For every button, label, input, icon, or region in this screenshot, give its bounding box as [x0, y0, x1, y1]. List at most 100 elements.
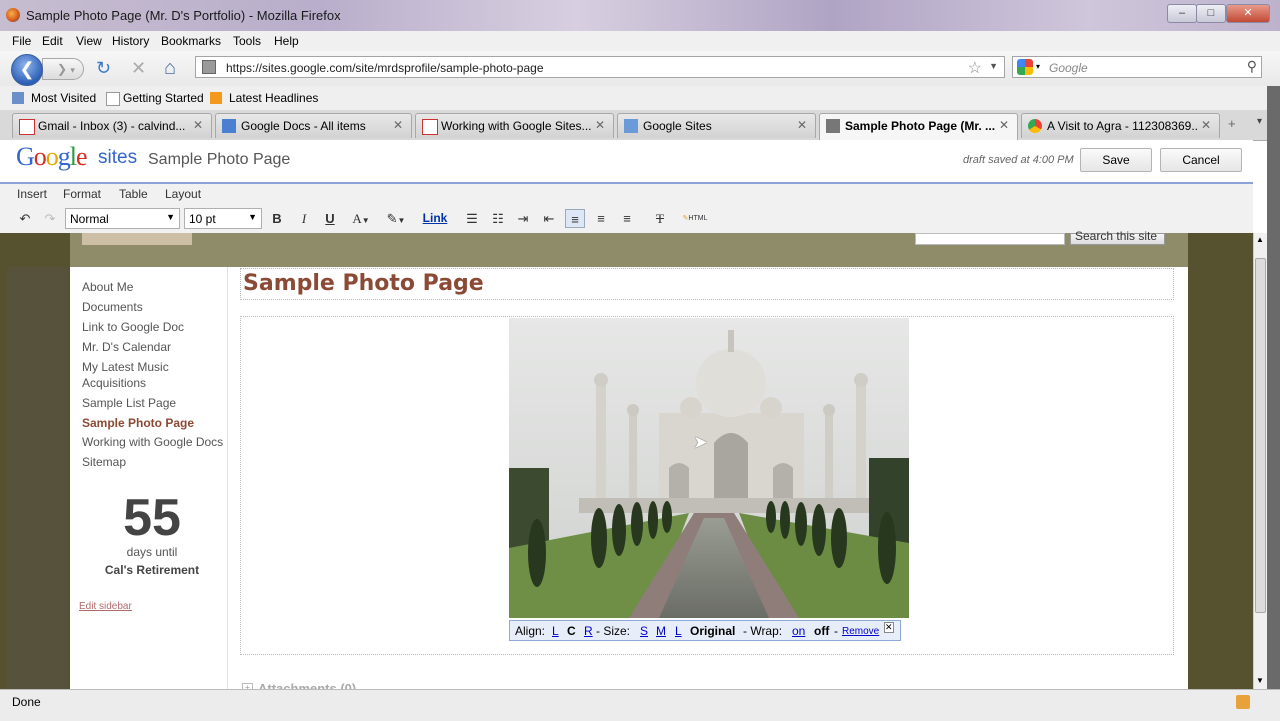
menu-history[interactable]: History	[112, 34, 149, 48]
indent-more-icon[interactable]: ⇥	[513, 209, 533, 228]
sidebar-item-calendar[interactable]: Mr. D's Calendar	[82, 339, 171, 355]
menu-help[interactable]: Help	[274, 34, 299, 48]
remove-image-link[interactable]: Remove	[842, 626, 879, 637]
bulleted-list-icon[interactable]: ☷	[488, 209, 508, 228]
site-identity-icon[interactable]	[202, 60, 216, 74]
sidebar-item-link-to-google-doc[interactable]: Link to Google Doc	[82, 319, 184, 335]
search-placeholder[interactable]: Google	[1049, 61, 1088, 75]
url-dropdown-icon[interactable]: ▼	[989, 61, 998, 71]
highlight-color-button[interactable]: ✎▼	[382, 209, 410, 228]
page-title[interactable]: Sample Photo Page	[243, 271, 484, 296]
reload-icon[interactable]: ↻	[96, 58, 111, 78]
bookmark-latest-headlines[interactable]: Latest Headlines	[229, 91, 318, 105]
sidebar-item-documents[interactable]: Documents	[82, 299, 143, 315]
link-button[interactable]: Link	[421, 209, 449, 228]
site-search-button[interactable]: Search this site	[1070, 229, 1165, 245]
italic-button[interactable]: I	[294, 209, 314, 228]
size-large-link[interactable]: L	[675, 624, 682, 638]
new-tab-icon[interactable]: +	[1228, 116, 1236, 131]
wrap-on-link[interactable]: on	[792, 624, 805, 638]
tab-sample-photo-page[interactable]: Sample Photo Page (Mr. ... ✕	[819, 113, 1018, 140]
save-button[interactable]: Save	[1080, 148, 1152, 172]
size-medium-link[interactable]: M	[656, 624, 666, 638]
menu-tools[interactable]: Tools	[233, 34, 261, 48]
font-size-select[interactable]: 10 pt ▼	[184, 208, 262, 229]
close-icon[interactable]: ✕	[884, 622, 894, 633]
scroll-up-icon[interactable]: ▲	[1256, 235, 1264, 244]
maximize-button[interactable]: □	[1196, 4, 1226, 23]
close-tab-icon[interactable]: ✕	[797, 118, 807, 132]
sidebar-item-sitemap[interactable]: Sitemap	[82, 454, 126, 470]
align-right-icon[interactable]: ≡	[617, 209, 637, 228]
paragraph-style-select[interactable]: Normal ▼	[65, 208, 180, 229]
back-button[interactable]: ❮	[11, 54, 43, 86]
edit-sidebar-link[interactable]: Edit sidebar	[79, 601, 132, 612]
size-small-link[interactable]: S	[640, 624, 648, 638]
text-color-button[interactable]: A▼	[347, 209, 375, 228]
editor-menu-layout[interactable]: Layout	[165, 187, 201, 201]
menu-edit[interactable]: Edit	[42, 34, 63, 48]
addon-status-icon[interactable]	[1236, 695, 1250, 709]
google-search-engine-icon[interactable]	[1017, 59, 1033, 75]
align-right-link[interactable]: R	[584, 624, 593, 638]
menu-view[interactable]: View	[76, 34, 102, 48]
align-center-icon[interactable]: ≡	[591, 209, 611, 228]
numbered-list-icon[interactable]: ☰	[462, 209, 482, 228]
editor-menu-insert[interactable]: Insert	[17, 187, 47, 201]
sidebar-item-sample-photo-page[interactable]: Sample Photo Page	[82, 415, 194, 431]
align-left-icon[interactable]: ≡	[565, 209, 585, 228]
close-tab-icon[interactable]: ✕	[999, 118, 1009, 132]
bold-button[interactable]: B	[267, 209, 287, 228]
edit-html-button[interactable]: ✎HTML	[678, 209, 712, 228]
menu-bookmarks[interactable]: Bookmarks	[161, 34, 221, 48]
search-bar[interactable]: ▾ Google ⚲	[1012, 56, 1262, 78]
bookmark-star-icon[interactable]: ☆	[968, 58, 982, 78]
attachments-heading[interactable]: Attachments (0)	[258, 681, 356, 689]
scrollbar-thumb[interactable]	[1255, 258, 1266, 613]
close-window-button[interactable]: ✕	[1226, 4, 1270, 23]
minimize-button[interactable]: –	[1167, 4, 1197, 23]
sidebar-item-sample-list-page[interactable]: Sample List Page	[82, 395, 176, 411]
underline-button[interactable]: U	[320, 209, 340, 228]
scroll-down-icon[interactable]: ▼	[1256, 676, 1264, 685]
taj-mahal-photo[interactable]	[509, 318, 909, 618]
sidebar-item-working-with-google-docs[interactable]: Working with Google Docs	[82, 434, 223, 450]
redo-icon[interactable]: ↷	[40, 209, 60, 228]
history-dropdown-icon[interactable]: ▾	[70, 65, 75, 75]
tab-google-sites[interactable]: Google Sites ✕	[617, 113, 816, 138]
bookmark-most-visited[interactable]: Most Visited	[31, 91, 96, 105]
bookmark-getting-started[interactable]: Getting Started	[123, 91, 204, 105]
editor-menu-format[interactable]: Format	[63, 187, 101, 201]
site-search-input[interactable]	[915, 233, 1065, 245]
stop-icon[interactable]: ✕	[131, 58, 146, 78]
size-original-link[interactable]: Original	[690, 624, 735, 638]
align-center-link[interactable]: C	[567, 624, 576, 638]
align-left-link[interactable]: L	[552, 624, 559, 638]
address-bar[interactable]: https://sites.google.com/site/mrdsprofil…	[195, 56, 1005, 78]
menu-file[interactable]: File	[12, 34, 31, 48]
forward-button[interactable]: ❯ ▾	[42, 58, 84, 80]
home-icon[interactable]: ⌂	[164, 58, 176, 78]
sidebar-item-about-me[interactable]: About Me	[82, 279, 133, 295]
indent-less-icon[interactable]: ⇤	[539, 209, 559, 228]
list-all-tabs-icon[interactable]: ▾	[1257, 116, 1262, 127]
page-vertical-scrollbar[interactable]: ▲ ▼	[1253, 233, 1268, 689]
tab-working-with-sites[interactable]: Working with Google Sites... ✕	[415, 113, 614, 138]
engine-dropdown-icon[interactable]: ▾	[1036, 62, 1040, 71]
cancel-button[interactable]: Cancel	[1160, 148, 1242, 172]
search-icon[interactable]: ⚲	[1247, 58, 1257, 75]
tab-gmail[interactable]: Gmail - Inbox (3) - calvind... ✕	[12, 113, 212, 138]
close-tab-icon[interactable]: ✕	[1201, 118, 1211, 132]
undo-icon[interactable]: ↶	[15, 209, 35, 228]
window-title-bar: Sample Photo Page (Mr. D's Portfolio) - …	[0, 0, 1280, 31]
close-tab-icon[interactable]: ✕	[595, 118, 605, 132]
close-tab-icon[interactable]: ✕	[393, 118, 403, 132]
tab-google-docs[interactable]: Google Docs - All items ✕	[215, 113, 412, 138]
editor-menu-table[interactable]: Table	[119, 187, 148, 201]
wrap-off-link[interactable]: off	[814, 624, 829, 638]
close-tab-icon[interactable]: ✕	[193, 118, 203, 132]
sidebar-item-music[interactable]: My Latest Music Acquisitions	[82, 359, 192, 391]
remove-formatting-icon[interactable]: T	[650, 209, 670, 228]
url-text[interactable]: https://sites.google.com/site/mrdsprofil…	[226, 61, 544, 75]
tab-visit-to-agra[interactable]: A Visit to Agra - 112308369... ✕	[1021, 113, 1220, 138]
